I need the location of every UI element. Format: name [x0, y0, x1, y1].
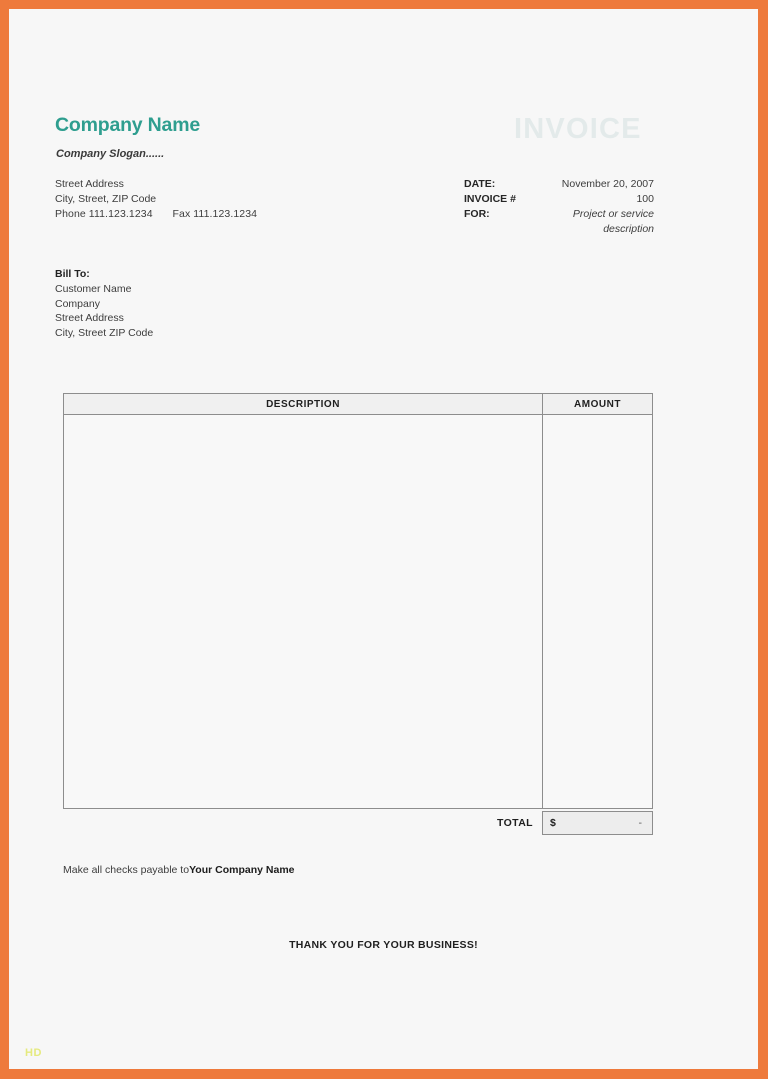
bill-to-company: Company [55, 297, 100, 310]
line-items-table: DESCRIPTION AMOUNT [63, 393, 653, 809]
meta-value-for-line2: description [603, 223, 654, 235]
meta-row-date: DATE: November 20, 2007 [464, 177, 654, 192]
invoice-title-watermark: INVOICE [514, 113, 642, 145]
column-header-amount: AMOUNT [543, 394, 652, 414]
description-entry-area[interactable] [64, 415, 543, 808]
company-street-address: Street Address [55, 178, 124, 190]
meta-value-for-line1: Project or service [572, 208, 654, 220]
line-items-header-row: DESCRIPTION AMOUNT [63, 393, 653, 415]
meta-label-for: FOR: [464, 208, 490, 220]
thank-you-message: THANK YOU FOR YOUR BUSINESS! [289, 939, 478, 951]
company-name: Company Name [55, 114, 200, 136]
company-city-line: City, Street, ZIP Code [55, 193, 157, 205]
frame-inner: Company Name Company Slogan...... Street… [9, 9, 758, 1069]
payable-note: Make all checks payable toYour Company N… [63, 864, 295, 876]
meta-label-invoice-number: INVOICE # [464, 193, 516, 205]
bill-to-street-address: Street Address [55, 312, 124, 325]
invoice-meta-block: DATE: November 20, 2007 INVOICE # 100 FO… [464, 177, 654, 237]
total-currency-symbol: $ [550, 817, 556, 829]
meta-label-date: DATE: [464, 178, 496, 190]
company-address-block: Street Address City, Street, ZIP Code Ph… [55, 177, 257, 222]
meta-row-for-continued: description [464, 222, 654, 237]
bill-to-customer-name: Customer Name [55, 282, 132, 295]
bill-to-city-line: City, Street ZIP Code [55, 327, 154, 340]
column-header-description-label: DESCRIPTION [266, 398, 340, 410]
meta-value-date: November 20, 2007 [561, 178, 654, 190]
bill-to-title: Bill To: [55, 268, 90, 280]
total-value: - [638, 817, 643, 829]
company-phone-fax-line: Phone 111.123.1234 Fax 111.123.1234 [55, 207, 257, 222]
meta-value-invoice-number: 100 [636, 193, 654, 205]
meta-row-for: FOR: Project or service [464, 207, 654, 222]
amount-entry-area[interactable] [543, 415, 652, 808]
fax-number: 111.123.1234 [193, 208, 258, 220]
column-header-amount-label: AMOUNT [574, 398, 621, 410]
company-slogan: Company Slogan...... [56, 148, 165, 160]
fax-label: Fax [172, 208, 191, 220]
phone-label: Phone [55, 208, 86, 220]
payable-prefix: Make all checks payable to [63, 864, 190, 876]
line-items-body [63, 415, 653, 809]
payable-company-name: Your Company Name [189, 864, 295, 876]
total-label: TOTAL [496, 817, 533, 829]
invoice-page: Company Name Company Slogan...... Street… [9, 9, 758, 1069]
bill-to-block: Bill To: Customer Name Company Street Ad… [55, 267, 153, 341]
orange-photo-frame: Company Name Company Slogan...... Street… [0, 0, 768, 1079]
total-value-box[interactable]: $ - [542, 811, 653, 835]
total-row: TOTAL $ - [63, 810, 653, 836]
column-header-description: DESCRIPTION [64, 394, 543, 414]
hd-watermark-badge: HD [25, 1047, 42, 1059]
meta-label-empty [464, 222, 522, 237]
meta-row-invoice-number: INVOICE # 100 [464, 192, 654, 207]
phone-number: 111.123.1234 [88, 208, 153, 220]
